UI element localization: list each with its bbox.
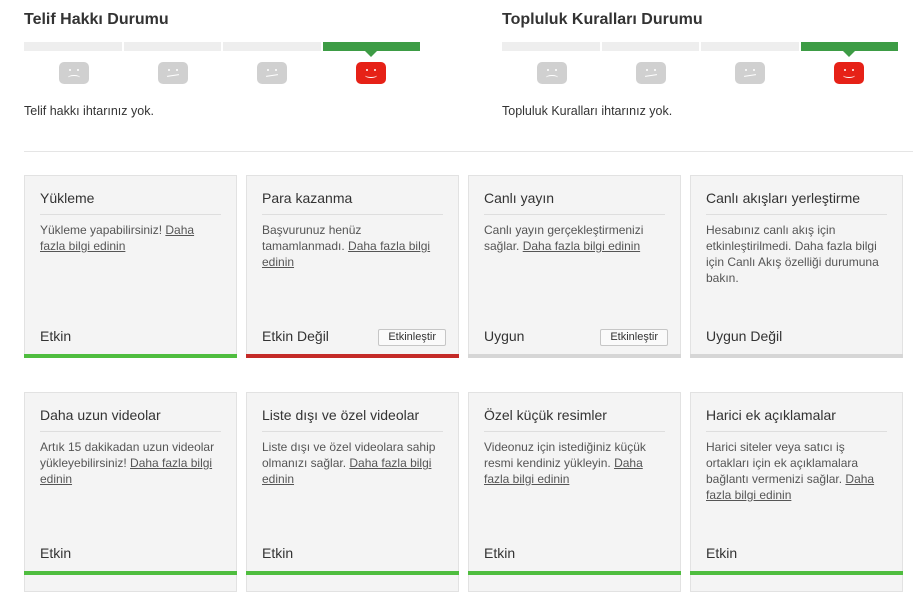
strike-segment-active	[322, 42, 420, 57]
feature-card-live-streaming: Canlı yayın Canlı yayın gerçekleştirmeni…	[468, 175, 681, 358]
smile-face-icon	[833, 62, 864, 84]
strike-segment-active	[800, 42, 898, 57]
strike-segment	[502, 42, 600, 51]
feature-description: Yükleme yapabilirsiniz! Daha fazla bilgi…	[40, 223, 195, 253]
feature-card-embed-live: Canlı akışları yerleştirme Hesabınız can…	[690, 175, 903, 358]
feature-card-external-annotations: Harici ek açıklamalar Harici siteler vey…	[690, 392, 903, 592]
strike-segment	[123, 42, 221, 51]
feature-status: Uygun Değil	[706, 328, 783, 344]
feature-status: Etkin	[262, 545, 294, 561]
feature-status: Etkin	[40, 545, 72, 561]
feature-status: Uygun	[484, 328, 525, 344]
feature-title: Canlı akışları yerleştirme	[706, 190, 887, 215]
enable-button[interactable]: Etkinleştir	[600, 329, 668, 346]
smile-face-icon	[355, 62, 386, 84]
status-indicator-bar	[24, 354, 237, 358]
feature-title: Liste dışı ve özel videolar	[262, 407, 443, 432]
community-strike-bar	[502, 42, 898, 57]
status-indicator-bar	[690, 571, 903, 575]
neutral-face-icon	[157, 62, 188, 84]
neutral-face-icon	[635, 62, 666, 84]
sad-face-icon	[58, 62, 89, 84]
copyright-faces	[24, 62, 420, 84]
feature-description: Liste dışı ve özel videolara sahip olman…	[262, 440, 436, 486]
feature-card-unlisted-private: Liste dışı ve özel videolar Liste dışı v…	[246, 392, 459, 592]
feature-description: Hesabınız canlı akış için etkinleştirilm…	[706, 223, 879, 285]
community-faces	[502, 62, 898, 84]
feature-description: Başvurunuz henüz tamamlanmadı. Daha fazl…	[262, 223, 431, 269]
feature-card-custom-thumbnails: Özel küçük resimler Videonuz için istedi…	[468, 392, 681, 592]
feature-title: Yükleme	[40, 190, 221, 215]
sad-face-icon	[536, 62, 567, 84]
feature-description: Canlı yayın gerçekleştirmenizi sağlar. D…	[484, 223, 644, 253]
feature-card-monetization: Para kazanma Başvurunuz henüz tamamlanma…	[246, 175, 459, 358]
feature-description: Harici siteler veya satıcı iş ortakları …	[706, 440, 875, 502]
strike-segment	[24, 42, 122, 51]
status-indicator-bar	[690, 354, 903, 358]
feature-title: Özel küçük resimler	[484, 407, 665, 432]
feature-title: Harici ek açıklamalar	[706, 407, 887, 432]
feature-title: Daha uzun videolar	[40, 407, 221, 432]
status-indicator-bar	[246, 571, 459, 575]
feature-status: Etkin	[484, 545, 516, 561]
feature-title: Para kazanma	[262, 190, 443, 215]
feature-status: Etkin	[706, 545, 738, 561]
section-divider	[24, 151, 913, 152]
status-indicator-bar	[468, 354, 681, 358]
enable-button[interactable]: Etkinleştir	[378, 329, 446, 346]
learn-more-link[interactable]: Daha fazla bilgi edinin	[523, 239, 640, 253]
strike-segment	[701, 42, 799, 51]
copyright-status-text: Telif hakkı ihtarınız yok.	[24, 104, 154, 118]
feature-card-longer-videos: Daha uzun videolar Artık 15 dakikadan uz…	[24, 392, 237, 592]
neutral-face-icon	[734, 62, 765, 84]
feature-title: Canlı yayın	[484, 190, 665, 215]
status-indicator-bar	[24, 571, 237, 575]
community-status-title: Topluluk Kuralları Durumu	[502, 11, 703, 28]
feature-status: Etkin	[40, 328, 72, 344]
feature-status: Etkin Değil	[262, 328, 329, 344]
feature-card-upload: Yükleme Yükleme yapabilirsiniz! Daha faz…	[24, 175, 237, 358]
status-indicator-bar	[246, 354, 459, 358]
neutral-face-icon	[256, 62, 287, 84]
strike-segment	[223, 42, 321, 51]
community-status-text: Topluluk Kuralları ihtarınız yok.	[502, 104, 673, 118]
copyright-strike-bar	[24, 42, 420, 57]
copyright-status-title: Telif Hakkı Durumu	[24, 11, 169, 28]
feature-description: Videonuz için istediğiniz küçük resmi ke…	[484, 440, 646, 486]
feature-description: Artık 15 dakikadan uzun videolar yükleye…	[40, 440, 215, 486]
strike-segment	[601, 42, 699, 51]
status-indicator-bar	[468, 571, 681, 575]
